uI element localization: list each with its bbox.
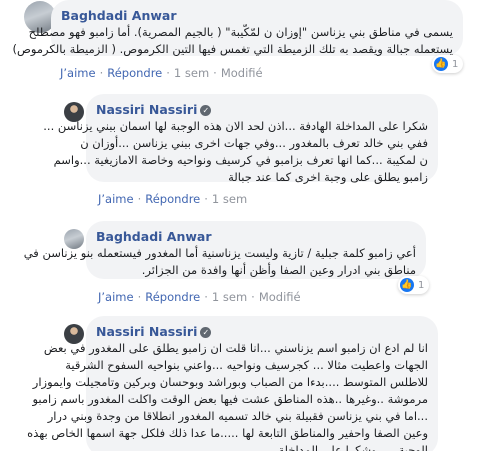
comment-author[interactable]: Nassiri Nassiri ✓ xyxy=(96,102,212,117)
reaction-count[interactable]: 👍 1 xyxy=(432,55,464,73)
like-button[interactable]: J’aime xyxy=(60,66,96,80)
timestamp[interactable]: 1 sem xyxy=(174,66,209,80)
timestamp[interactable]: 1 sem xyxy=(212,192,247,206)
comment-author[interactable]: Nassiri Nassiri ✓ xyxy=(96,324,212,339)
comment-author[interactable]: Baghdadi Anwar xyxy=(96,229,212,244)
modified-label[interactable]: Modifié xyxy=(259,290,301,304)
comment-actions: J’aime · Répondre · 1 sem · Modifié xyxy=(60,66,263,80)
comment-bubble: Baghdadi Anwar أعي زامبو كلمة جبلية / تا… xyxy=(23,221,426,279)
modified-label[interactable]: Modifié xyxy=(221,66,263,80)
comment-text: انا لم ادع ان زامبو اسم يزناسني ...انا ق… xyxy=(27,341,428,451)
like-reaction-icon: 👍 xyxy=(400,278,414,292)
comment-actions: J’aime · Répondre · 1 sem · Modifié xyxy=(98,290,301,304)
comment-text: شكرا على المداخلة الهادفة ...اذن لحد الا… xyxy=(43,119,428,184)
like-button[interactable]: J’aime xyxy=(98,290,134,304)
timestamp[interactable]: 1 sem xyxy=(212,290,247,304)
comment-author[interactable]: Baghdadi Anwar xyxy=(61,8,177,23)
like-reaction-icon: 👍 xyxy=(434,57,448,71)
comment-text: يسمى في مناطق بني يزناسن "إوزان ن لمّكّي… xyxy=(12,25,453,56)
reaction-count[interactable]: 👍 1 xyxy=(398,276,430,294)
like-button[interactable]: J’aime xyxy=(98,192,134,206)
verified-icon: ✓ xyxy=(200,105,212,116)
verified-icon: ✓ xyxy=(200,327,212,338)
comment-bubble: Nassiri Nassiri ✓ انا لم ادع ان زامبو اسم… xyxy=(27,316,438,451)
comment-bubble: Baghdadi Anwar يسمى في مناطق بني يزناسن … xyxy=(12,0,463,56)
comment-text: أعي زامبو كلمة جبلية / تازية وليست يزناس… xyxy=(23,246,416,277)
comment-bubble: Nassiri Nassiri ✓ شكرا على المداخلة الهاد… xyxy=(43,94,438,184)
reply-button[interactable]: Répondre xyxy=(145,192,200,206)
comment-actions: J’aime · Répondre · 1 sem xyxy=(98,192,248,206)
reply-button[interactable]: Répondre xyxy=(145,290,200,304)
reply-button[interactable]: Répondre xyxy=(107,66,162,80)
